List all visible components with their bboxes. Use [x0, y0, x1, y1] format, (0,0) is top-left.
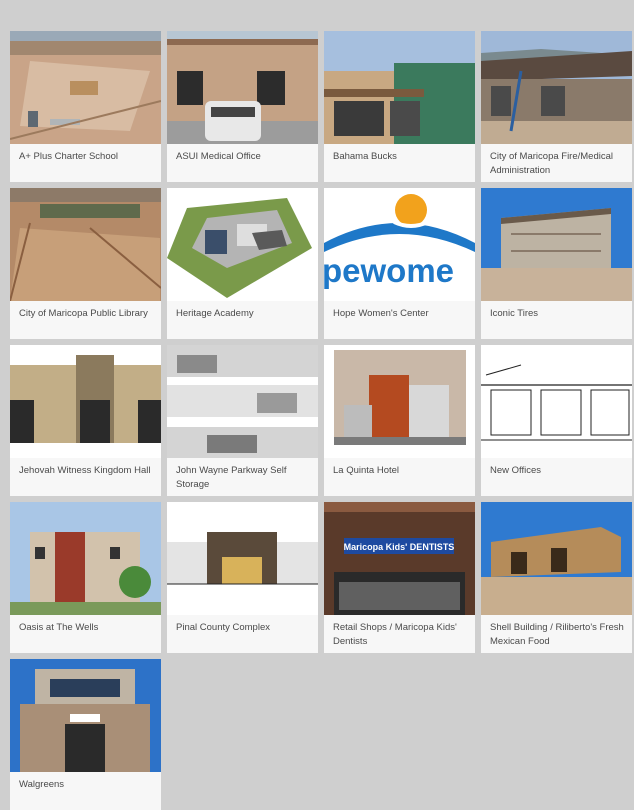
hope-womens-center-logo: pewome — [324, 188, 475, 301]
project-card[interactable]: Jehovah Witness Kingdom Hall — [10, 345, 161, 496]
project-name: Bahama Bucks — [333, 151, 397, 162]
project-name: Shell Building / Riliberto's Fresh Mexic… — [490, 622, 624, 647]
project-card[interactable]: Oasis at The Wells — [10, 502, 161, 653]
building-frame-construction-icon — [481, 31, 632, 144]
building-frame-construction-icon — [481, 188, 632, 301]
project-name: Iconic Tires — [490, 308, 539, 319]
project-card[interactable]: Bahama Bucks — [324, 31, 475, 182]
aerial-construction-site-icon — [10, 31, 161, 144]
project-card[interactable]: Walgreens — [10, 659, 161, 810]
project-card[interactable]: Heritage Academy — [167, 188, 318, 339]
project-name: Heritage Academy — [176, 308, 254, 319]
project-card[interactable]: A+ Plus Charter School — [10, 31, 161, 182]
project-card[interactable]: New Offices — [481, 345, 632, 496]
school-rendering-icon — [167, 188, 318, 301]
project-name: City of Maricopa Fire/Medical Administra… — [490, 151, 614, 176]
hotel-rendering-icon — [324, 345, 475, 458]
project-name: New Offices — [490, 465, 542, 476]
project-name: ASUI Medical Office — [176, 151, 261, 162]
county-complex-elevation-icon — [167, 502, 318, 615]
project-card[interactable]: ASUI Medical Office — [167, 31, 318, 182]
project-name: City of Maricopa Public Library — [19, 308, 148, 319]
office-sketch-icon — [481, 345, 632, 458]
project-card[interactable]: Maricopa Kids' DENTISTS Retail Shops / M… — [324, 502, 475, 653]
svg-text:pewome: pewome — [324, 252, 454, 289]
storefront-icon — [324, 31, 475, 144]
project-name: John Wayne Parkway Self Storage — [176, 465, 287, 490]
storage-elevation-drawing-icon — [167, 345, 318, 458]
shell-building-construction-icon — [481, 502, 632, 615]
svg-text:Maricopa Kids' DENTISTS: Maricopa Kids' DENTISTS — [344, 542, 455, 552]
hall-elevation-icon — [10, 345, 161, 458]
apartment-rendering-icon — [10, 502, 161, 615]
project-name: La Quinta Hotel — [333, 465, 400, 476]
project-name: Oasis at The Wells — [19, 622, 99, 633]
project-card[interactable]: Pinal County Complex — [167, 502, 318, 653]
walgreens-building-icon — [10, 659, 161, 772]
project-card[interactable]: John Wayne Parkway Self Storage — [167, 345, 318, 496]
project-name: Jehovah Witness Kingdom Hall — [19, 465, 151, 476]
project-card[interactable]: City of Maricopa Fire/Medical Administra… — [481, 31, 632, 182]
project-card[interactable]: La Quinta Hotel — [324, 345, 475, 496]
project-name: Walgreens — [19, 779, 65, 790]
medical-office-building-icon — [167, 31, 318, 144]
project-name: Hope Women's Center — [333, 308, 429, 319]
project-card[interactable]: pewome Hope Women's Center — [324, 188, 475, 339]
project-card[interactable]: Iconic Tires — [481, 188, 632, 339]
project-card[interactable]: Shell Building / Riliberto's Fresh Mexic… — [481, 502, 632, 653]
project-name: Pinal County Complex — [176, 622, 270, 633]
project-name: Retail Shops / Maricopa Kids' Dentists — [333, 622, 457, 647]
aerial-desert-site-icon — [10, 188, 161, 301]
project-card[interactable]: City of Maricopa Public Library — [10, 188, 161, 339]
dentist-storefront-icon: Maricopa Kids' DENTISTS — [324, 502, 475, 615]
project-name: A+ Plus Charter School — [19, 151, 119, 162]
